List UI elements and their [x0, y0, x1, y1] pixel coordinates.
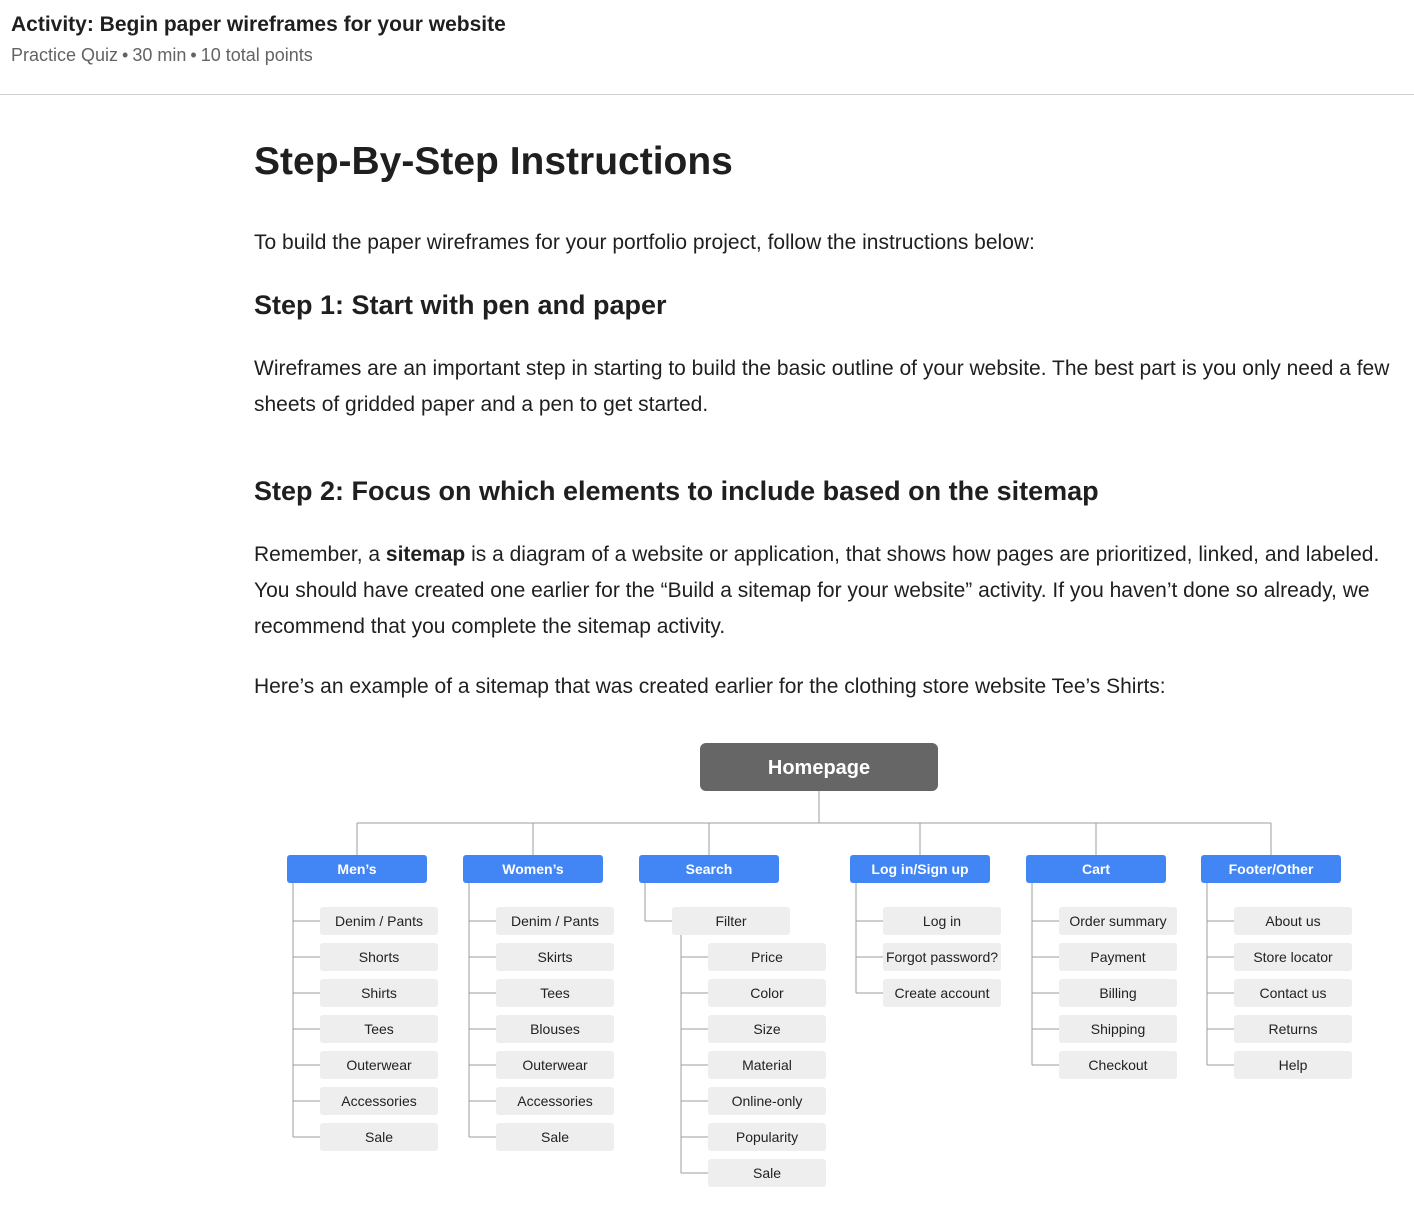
sitemap-item-label: Outerwear: [346, 1057, 412, 1073]
sitemap-subitem-label: Size: [753, 1021, 780, 1037]
sitemap-item-label: Contact us: [1260, 985, 1327, 1001]
sitemap-category-label: Men’s: [337, 861, 376, 877]
sitemap-item-label: Checkout: [1088, 1057, 1147, 1073]
sitemap-subitem-label: Online-only: [732, 1093, 803, 1109]
sitemap-item-label: Shorts: [359, 949, 399, 965]
sitemap-category-label: Log in/Sign up: [871, 861, 968, 877]
sitemap-item-label: Tees: [540, 985, 570, 1001]
sitemap-item-label: Skirts: [538, 949, 573, 965]
sitemap-category-label: Footer/Other: [1229, 861, 1314, 877]
sitemap-item-label: Sale: [541, 1129, 569, 1145]
sitemap-item-label: Shirts: [361, 985, 397, 1001]
sitemap-item-label: Payment: [1090, 949, 1145, 965]
sitemap-subitem-label: Sale: [753, 1165, 781, 1181]
sitemap-item-label: Shipping: [1091, 1021, 1146, 1037]
sitemap-root-label: Homepage: [768, 757, 870, 779]
sitemap-subitem-label: Color: [750, 985, 784, 1001]
sitemap-category-label: Women’s: [502, 861, 564, 877]
sitemap-item-label: Accessories: [517, 1093, 592, 1109]
sitemap-subitem-label: Price: [751, 949, 783, 965]
sitemap-item-label: Outerwear: [522, 1057, 588, 1073]
sitemap-item-label: Log in: [923, 913, 961, 929]
sitemap-item-label: Returns: [1268, 1021, 1317, 1037]
sitemap-subitem-label: Popularity: [736, 1129, 798, 1145]
sitemap-subitem-label: Material: [742, 1057, 792, 1073]
sitemap-item-label: Denim / Pants: [335, 913, 423, 929]
sitemap-item-label: Sale: [365, 1129, 393, 1145]
sitemap-item-label: Help: [1279, 1057, 1308, 1073]
sitemap-item-label: Denim / Pants: [511, 913, 599, 929]
sitemap-item-label: Store locator: [1253, 949, 1333, 965]
sitemap-item-label: Filter: [715, 913, 746, 929]
sitemap-category-label: Cart: [1082, 861, 1110, 877]
sitemap-diagram: Homepage Men’s Denim / Pants Shorts Shirts Te…: [287, 743, 1352, 1187]
sitemap-item-label: Billing: [1099, 985, 1136, 1001]
sitemap-item-label: Forgot password?: [886, 949, 998, 965]
sitemap-item-label: Create account: [895, 985, 990, 1001]
sitemap-item-label: Tees: [364, 1021, 394, 1037]
sitemap-item-label: Blouses: [530, 1021, 580, 1037]
sitemap-item-label: About us: [1265, 913, 1320, 929]
sitemap-item-label: Order summary: [1069, 913, 1166, 929]
sitemap-category-label: Search: [686, 861, 733, 877]
sitemap-item-label: Accessories: [341, 1093, 416, 1109]
